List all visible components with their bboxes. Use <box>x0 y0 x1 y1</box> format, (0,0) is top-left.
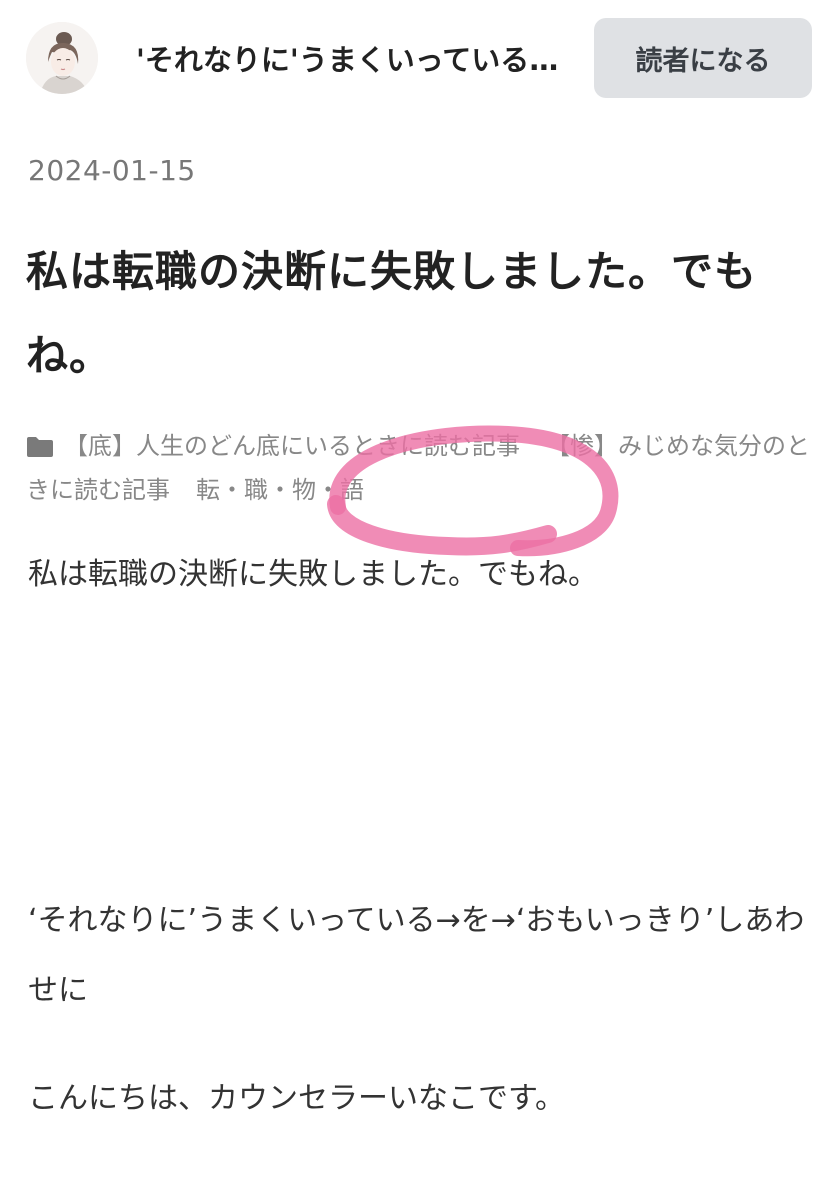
avatar[interactable] <box>26 22 98 94</box>
subscribe-button[interactable]: 読者になる <box>594 18 812 98</box>
post-date[interactable]: 2024-01-15 <box>28 154 196 187</box>
blog-header: 'それなりに'うまくいっている→を→'おもいっきり'しあわせに 読者になる <box>0 0 838 118</box>
avatar-illustration <box>26 22 98 94</box>
post-title: 私は転職の決断に失敗しました。でもね。 <box>26 247 758 380</box>
category-link-career-story[interactable]: 転・職・物・語 <box>196 476 364 504</box>
category-list: 【底】人生のどん底にいるときに読む記事 【惨】みじめな気分のときに読む記事 転・職・… <box>26 426 816 510</box>
blog-title[interactable]: 'それなりに'うまくいっている→を→'おもいっきり'しあわせに <box>136 40 566 80</box>
intro-paragraph: 私は転職の決断に失敗しました。でもね。 <box>28 557 598 592</box>
category-link-bottom[interactable]: 【底】人生のどん底にいるときに読む記事 <box>64 432 520 460</box>
folder-icon <box>26 430 54 470</box>
tagline-paragraph: ‘それなりに’うまくいっている→を→‘おもいっきり’しあわせに <box>28 903 805 1008</box>
greeting-paragraph: こんにちは、カウンセラーいなこです。 <box>28 1081 565 1116</box>
